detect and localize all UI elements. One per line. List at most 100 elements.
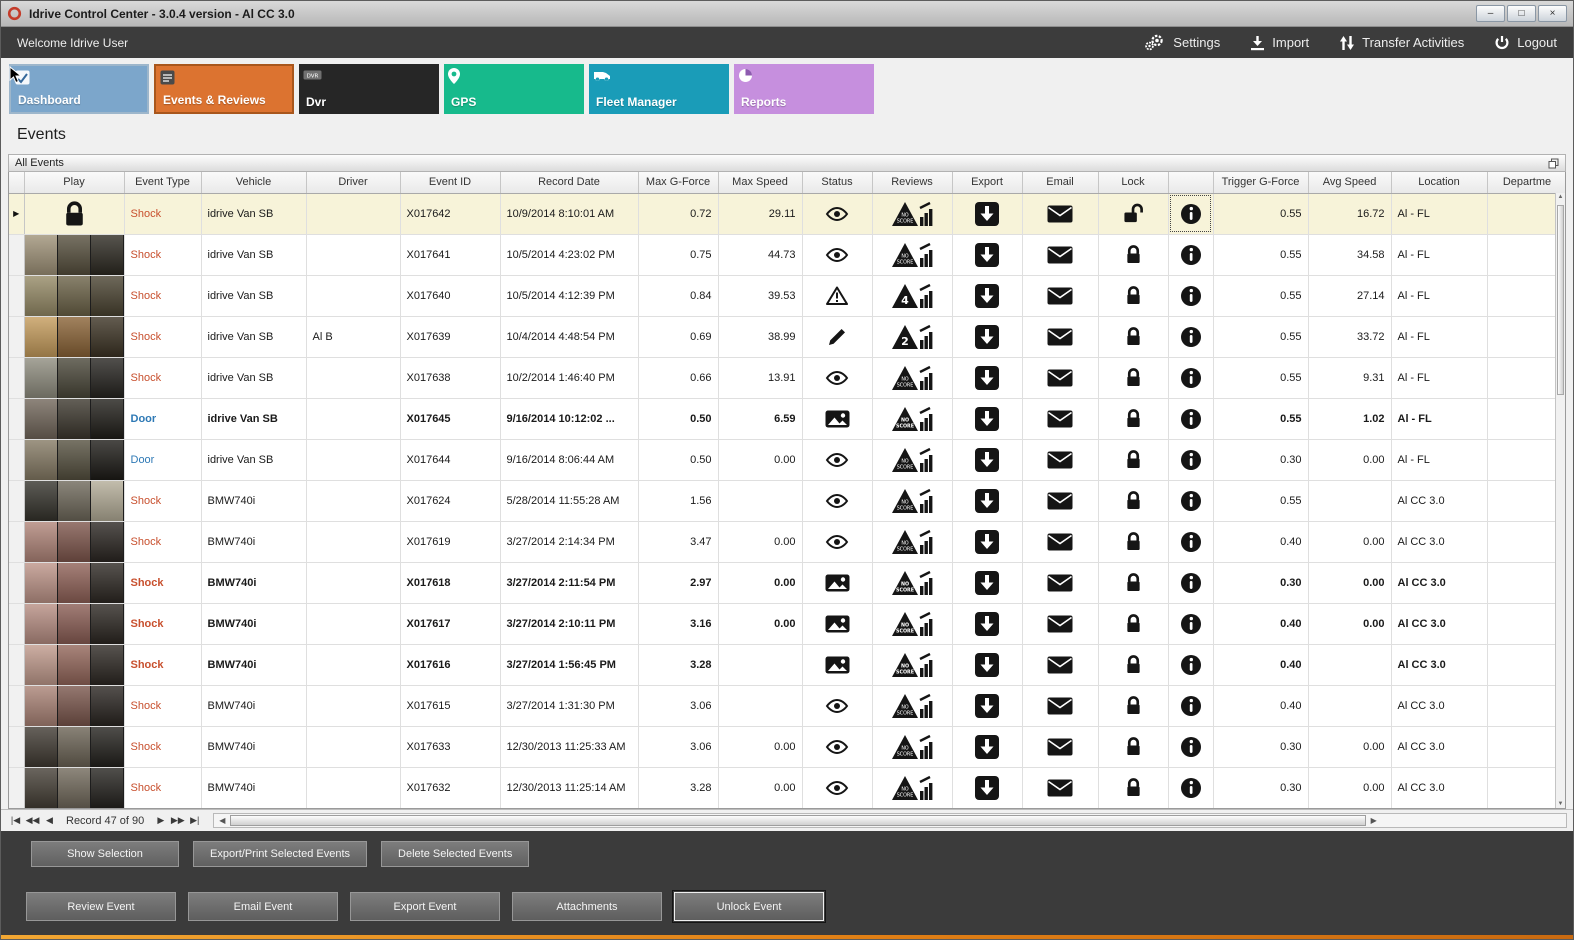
info-cell[interactable] (1168, 316, 1214, 358)
reviews-cell[interactable]: NO SCORE (872, 398, 953, 440)
column-header-record-date[interactable]: Record Date (500, 172, 639, 194)
play-cell[interactable] (24, 644, 125, 686)
export-cell[interactable] (952, 521, 1023, 563)
export-cell[interactable] (952, 603, 1023, 645)
reviews-cell[interactable]: NO SCORE (872, 193, 953, 235)
email-cell[interactable] (1022, 767, 1099, 808)
reviews-cell[interactable]: NO SCORE (872, 234, 953, 276)
table-row[interactable]: Shock BMW740i X017633 12/30/2013 11:25:33 A… (9, 726, 1565, 768)
email-cell[interactable] (1022, 316, 1099, 358)
reviews-cell[interactable]: NO SCORE (872, 644, 953, 686)
email-cell[interactable] (1022, 726, 1099, 768)
column-header-export[interactable]: Export (952, 172, 1023, 194)
table-row[interactable]: Shock idrive Van SB X017638 10/2/2014 1:46:… (9, 357, 1565, 399)
export-cell[interactable] (952, 398, 1023, 440)
topbar-import-button[interactable]: Import (1250, 35, 1309, 51)
review-event-button[interactable]: Review Event (26, 892, 176, 921)
email-cell[interactable] (1022, 439, 1099, 481)
email-cell[interactable] (1022, 480, 1099, 522)
nav-prev-page-button[interactable]: ◀◀ (24, 815, 41, 826)
info-cell[interactable] (1168, 275, 1214, 317)
event-thumbnail[interactable] (24, 603, 123, 643)
play-cell[interactable] (24, 357, 125, 399)
email-cell[interactable] (1022, 193, 1099, 235)
reviews-cell[interactable]: NO SCORE (872, 521, 953, 563)
export-cell[interactable] (952, 439, 1023, 481)
column-header-reviews[interactable]: Reviews (872, 172, 953, 194)
reviews-cell[interactable]: NO SCORE (872, 439, 953, 481)
export-cell[interactable] (952, 234, 1023, 276)
table-row[interactable]: ▶ Shock idrive Van SB X017642 10/9/2014 8:10… (9, 193, 1565, 235)
column-header-max-speed[interactable]: Max Speed (718, 172, 803, 194)
event-thumbnail[interactable] (24, 275, 123, 315)
export-cell[interactable] (952, 316, 1023, 358)
vscrollbar-thumb[interactable] (1557, 205, 1564, 395)
export-cell[interactable] (952, 726, 1023, 768)
nav-tile-dashboard[interactable]: Dashboard (9, 64, 149, 114)
reviews-cell[interactable]: NO SCORE (872, 357, 953, 399)
titlebar[interactable]: Idrive Control Center - 3.0.4 version - … (1, 1, 1573, 27)
email-event-button[interactable]: Email Event (188, 892, 338, 921)
play-cell[interactable] (24, 316, 125, 358)
lock-cell[interactable] (1098, 685, 1169, 727)
info-cell[interactable] (1168, 193, 1214, 235)
email-cell[interactable] (1022, 562, 1099, 604)
info-cell[interactable] (1168, 767, 1214, 808)
column-header-lock[interactable]: Lock (1098, 172, 1169, 194)
info-cell[interactable] (1168, 357, 1214, 399)
restore-panel-icon[interactable] (1548, 158, 1559, 169)
reviews-cell[interactable]: NO SCORE (872, 603, 953, 645)
column-header-trigger-g-force[interactable]: Trigger G-Force (1213, 172, 1309, 194)
event-thumbnail[interactable] (24, 439, 123, 479)
event-thumbnail[interactable] (24, 316, 123, 356)
play-cell[interactable] (24, 439, 125, 481)
nav-tile-events-reviews[interactable]: Events & Reviews (154, 64, 294, 114)
play-cell[interactable] (24, 398, 125, 440)
play-cell[interactable] (24, 521, 125, 563)
lock-cell[interactable] (1098, 316, 1169, 358)
lock-cell[interactable] (1098, 767, 1169, 808)
column-header-event-id[interactable]: Event ID (400, 172, 501, 194)
table-row[interactable]: Shock BMW740i X017616 3/27/2014 1:56:45 PM 3… (9, 644, 1565, 686)
lock-cell[interactable] (1098, 357, 1169, 399)
export-cell[interactable] (952, 644, 1023, 686)
table-row[interactable]: Shock BMW740i X017619 3/27/2014 2:14:34 PM 3… (9, 521, 1565, 563)
info-cell[interactable] (1168, 644, 1214, 686)
reviews-cell[interactable]: NO SCORE (872, 685, 953, 727)
info-cell[interactable] (1168, 234, 1214, 276)
unlock-event-button[interactable]: Unlock Event (672, 890, 826, 923)
play-cell[interactable] (24, 685, 125, 727)
play-cell[interactable] (24, 726, 125, 768)
email-cell[interactable] (1022, 234, 1099, 276)
lock-cell[interactable] (1098, 193, 1169, 235)
nav-prev-button[interactable]: ◀ (41, 815, 58, 826)
table-row[interactable]: Shock BMW740i X017618 3/27/2014 2:11:54 PM 2… (9, 562, 1565, 604)
table-row[interactable]: Shock BMW740i X017632 12/30/2013 11:25:14 A… (9, 767, 1565, 808)
email-cell[interactable] (1022, 644, 1099, 686)
play-cell[interactable] (24, 562, 125, 604)
column-header-max-g-force[interactable]: Max G-Force (638, 172, 719, 194)
show-selection-button[interactable]: Show Selection (31, 841, 179, 867)
email-cell[interactable] (1022, 398, 1099, 440)
hscrollbar-thumb[interactable] (230, 815, 1366, 826)
scroll-right-icon[interactable]: ▶ (1366, 816, 1382, 825)
email-cell[interactable] (1022, 521, 1099, 563)
nav-next-button[interactable]: ▶ (152, 815, 169, 826)
export-cell[interactable] (952, 685, 1023, 727)
event-thumbnail[interactable] (24, 644, 123, 684)
reviews-cell[interactable]: 4 (872, 275, 953, 317)
group-bar[interactable]: All Events (8, 154, 1566, 172)
event-thumbnail[interactable] (24, 398, 123, 438)
column-header-status[interactable]: Status (802, 172, 873, 194)
column-header-location[interactable]: Location (1391, 172, 1488, 194)
lock-cell[interactable] (1098, 398, 1169, 440)
table-row[interactable]: Shock BMW740i X017617 3/27/2014 2:10:11 PM 3… (9, 603, 1565, 645)
topbar-transfer-activities-button[interactable]: Transfer Activities (1339, 35, 1464, 51)
lock-cell[interactable] (1098, 234, 1169, 276)
info-cell[interactable] (1168, 603, 1214, 645)
export-cell[interactable] (952, 275, 1023, 317)
event-thumbnail[interactable] (24, 480, 123, 520)
email-cell[interactable] (1022, 357, 1099, 399)
export-cell[interactable] (952, 562, 1023, 604)
table-row[interactable]: Shock idrive Van SB X017640 10/5/2014 4:12:… (9, 275, 1565, 317)
